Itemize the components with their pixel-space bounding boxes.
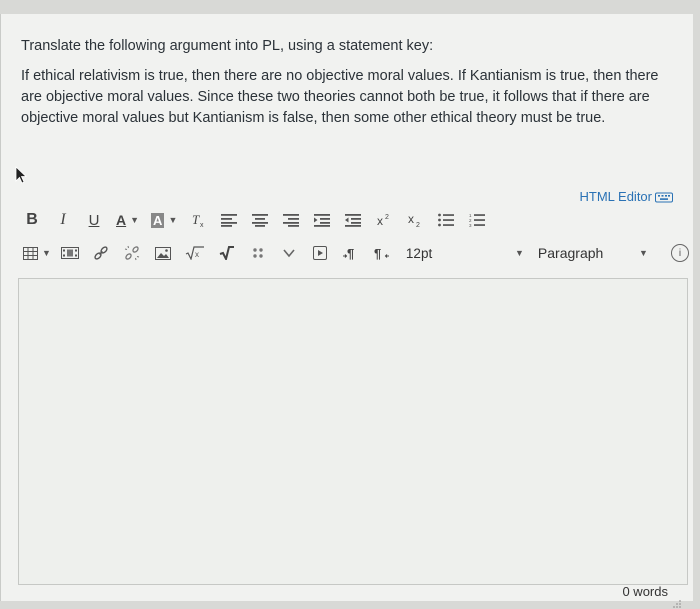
outdent-button[interactable] — [344, 208, 362, 232]
paragraph-ltr-icon: ¶ — [342, 246, 354, 260]
block-format-value: Paragraph — [537, 245, 604, 261]
align-left-button[interactable] — [220, 208, 238, 232]
align-right-button[interactable] — [282, 208, 300, 232]
text-color-button[interactable]: A ▼ — [116, 208, 139, 232]
indent-button[interactable] — [313, 208, 331, 232]
remove-link-button[interactable] — [123, 241, 141, 265]
equation-editor-button[interactable] — [218, 241, 236, 265]
bullet-list-button[interactable] — [437, 208, 455, 232]
background-color-button[interactable]: A ▼ — [151, 208, 177, 232]
chevron-down-icon: ▼ — [168, 215, 178, 225]
numbered-list-icon: 1 2 3 — [469, 213, 486, 227]
insert-link-button[interactable] — [92, 241, 110, 265]
clear-formatting-icon: T x — [192, 212, 204, 228]
table-icon — [23, 246, 38, 260]
question-prompt: Translate the following argument into PL… — [21, 38, 434, 54]
table-button[interactable]: ▼ — [23, 241, 51, 265]
text-color-icon: A — [116, 212, 127, 228]
svg-text:¶: ¶ — [374, 246, 381, 260]
svg-text:3: 3 — [469, 223, 472, 227]
svg-text:x: x — [377, 214, 383, 228]
superscript-icon: x2 — [377, 214, 389, 228]
question-text: Translate the following argument into PL… — [21, 36, 681, 129]
radical-icon — [219, 246, 234, 260]
word-count: 0 words — [622, 584, 668, 599]
square-root-icon: x — [185, 246, 204, 260]
align-left-icon — [221, 214, 238, 227]
chevron-down-icon: ▼ — [639, 248, 648, 258]
keyboard-icon — [655, 192, 673, 202]
image-icon — [154, 246, 171, 260]
indent-icon — [314, 214, 331, 227]
play-media-icon — [312, 246, 327, 260]
paragraph-rtl-icon: ¶ — [374, 246, 389, 260]
editor-toolbar-insert: ▼ x ¶ ¶ 12pt ▼ Paragraph ▼ i — [23, 238, 689, 268]
unlink-icon — [124, 245, 140, 261]
question-body: If ethical relativism is true, then ther… — [21, 68, 659, 126]
chevron-down-icon: ▼ — [42, 248, 51, 258]
svg-text:T: T — [192, 212, 200, 227]
align-center-icon — [252, 214, 269, 227]
plug-icon — [253, 248, 263, 258]
bullet-list-icon — [438, 213, 455, 227]
chevron-down-icon: ▼ — [130, 215, 140, 225]
align-center-button[interactable] — [251, 208, 269, 232]
svg-text:x: x — [195, 250, 199, 259]
svg-text:x: x — [200, 222, 204, 228]
svg-text:¶: ¶ — [347, 246, 354, 260]
record-media-button[interactable] — [311, 241, 329, 265]
background-color-icon: A — [151, 212, 165, 228]
subscript-button[interactable]: x2 — [406, 208, 424, 232]
media-button[interactable] — [60, 241, 79, 265]
more-apps-button[interactable] — [280, 241, 298, 265]
font-size-select[interactable]: 12pt ▼ — [406, 246, 524, 261]
outdent-icon — [345, 214, 362, 227]
html-editor-link[interactable]: HTML Editor — [580, 189, 673, 204]
mouse-cursor-icon — [15, 166, 28, 184]
insert-math-button[interactable]: x — [185, 241, 205, 265]
subscript-icon: x2 — [408, 212, 420, 228]
superscript-button[interactable]: x2 — [375, 208, 393, 232]
bold-button[interactable]: B — [23, 208, 41, 232]
question-card: Translate the following argument into PL… — [0, 14, 693, 608]
apps-button[interactable] — [249, 241, 267, 265]
accessibility-help-icon[interactable]: i — [671, 244, 689, 262]
align-right-icon — [283, 214, 300, 227]
numbered-list-button[interactable]: 1 2 3 — [468, 208, 486, 232]
insert-image-button[interactable] — [154, 241, 172, 265]
rtl-direction-button[interactable]: ¶ — [373, 241, 391, 265]
chevron-down-icon: ▼ — [515, 248, 524, 258]
underline-button[interactable]: U — [85, 208, 103, 232]
rich-text-editor-body[interactable] — [18, 278, 688, 585]
italic-button[interactable]: I — [54, 208, 72, 232]
svg-text:2: 2 — [385, 214, 389, 221]
svg-text:2: 2 — [416, 222, 420, 228]
svg-text:x: x — [408, 212, 414, 226]
clear-formatting-button[interactable]: T x — [189, 208, 207, 232]
ltr-direction-button[interactable]: ¶ — [342, 241, 360, 265]
chevron-down-icon — [283, 249, 295, 258]
block-format-select[interactable]: Paragraph ▼ — [538, 245, 648, 261]
editor-toolbar-formatting: B I U A ▼ A ▼ T x x 2 x 2 1 2 3 — [23, 205, 683, 235]
font-size-value: 12pt — [405, 245, 433, 261]
film-icon — [60, 247, 79, 259]
html-editor-label: HTML Editor — [579, 189, 652, 204]
link-icon — [94, 246, 108, 260]
